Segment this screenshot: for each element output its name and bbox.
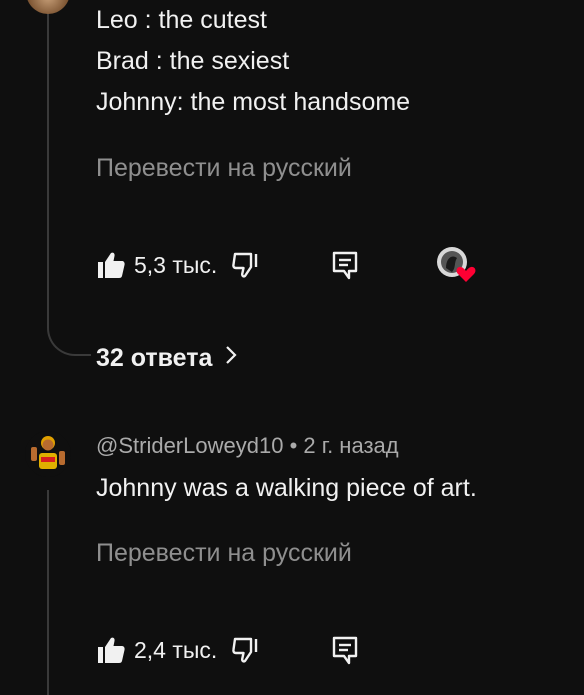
comment2-avatar[interactable] [25,431,71,477]
dislike-icon[interactable] [231,250,261,280]
view-replies-button[interactable]: 32 ответа [96,344,238,373]
comment2-like-count: 2,4 тыс. [134,636,218,663]
meta-separator: • [289,433,298,458]
comment1-translate-link[interactable]: Перевести на русский [96,153,352,183]
comment1-line-1: Leo : the cutest [96,6,267,34]
replies-count-label: 32 ответа [96,344,213,372]
like-icon[interactable] [96,635,126,665]
comment2-time: 2 г. назад [303,433,399,458]
thread-curve [47,296,91,356]
comment1-like-count: 5,3 тыс. [134,251,218,278]
comment1-avatar[interactable] [26,0,70,14]
comment2-meta: @StriderLoweyd10 • 2 г. назад [96,433,399,459]
comment1-actions: 5,3 тыс. [96,245,359,285]
chevron-right-icon [224,344,238,373]
comment2-translate-link[interactable]: Перевести на русский [96,538,352,568]
reply-icon[interactable] [331,250,359,280]
reply-icon[interactable] [331,635,359,665]
creator-heart-icon [436,246,476,282]
comment2-actions: 2,4 тыс. [96,630,359,670]
thread-line-top [47,0,49,296]
thread-line-bottom [47,490,49,695]
comment1-line-3: Johnny: the most handsome [96,88,411,116]
like-icon[interactable] [96,250,126,280]
comments-page: Leo : the cutest Brad : the sexiest John… [0,0,584,695]
comment2-author[interactable]: @StriderLoweyd10 [96,433,283,458]
dislike-icon[interactable] [231,635,261,665]
comment1-line-2: Brad : the sexiest [96,47,290,75]
comment2-text: Johnny was a walking piece of art. [96,474,477,502]
